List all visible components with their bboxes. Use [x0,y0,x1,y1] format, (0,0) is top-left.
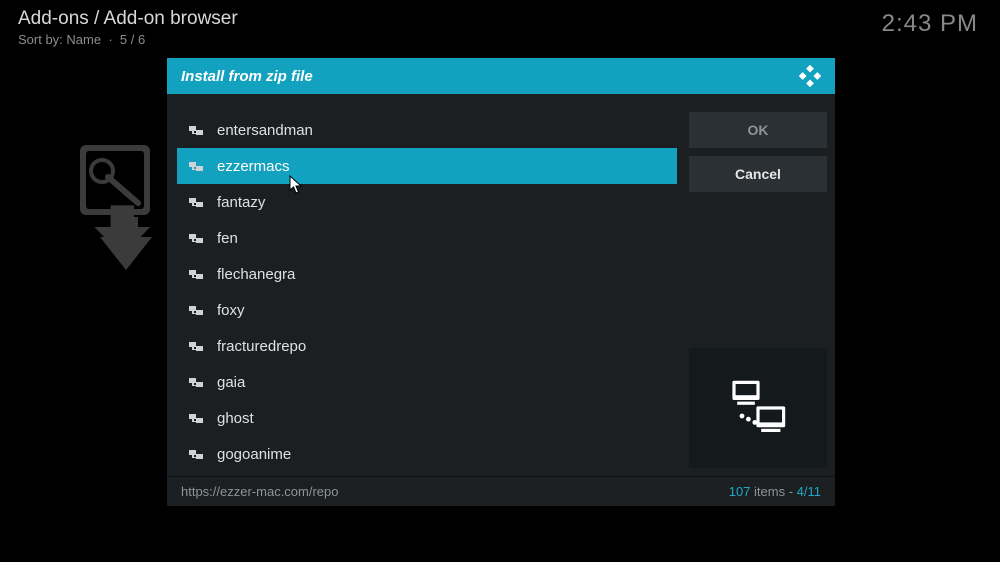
list-item-label: ezzermacs [217,158,290,175]
zip-install-icon [80,145,175,275]
network-share-icon [189,232,205,244]
list-item[interactable]: flechanegra [177,256,677,292]
list-item[interactable]: foxy [177,292,677,328]
file-list-panel: entersandman ezzermacs fantazy fen flechaneg… [177,112,681,476]
list-item-label: flechanegra [217,266,295,283]
list-item[interactable]: ghost [177,400,677,436]
dialog-body: entersandman ezzermacs fantazy fen flechaneg… [167,94,835,476]
list-item-label: entersandman [217,122,313,139]
network-share-icon [189,124,205,136]
list-item-label: gogoanime [217,446,291,463]
list-item[interactable]: gaia [177,364,677,400]
footer-count: 107 items - 4/11 [729,484,821,499]
sort-sep: · [108,32,112,47]
ok-button[interactable]: OK [689,112,827,148]
list-item[interactable]: ezzermacs [177,148,677,184]
dialog-title-text: Install from zip file [181,68,313,85]
footer-item-count: 107 [729,484,751,499]
list-item[interactable]: fantazy [177,184,677,220]
footer-items-word: items - [750,484,796,499]
network-share-icon [189,376,205,388]
list-item-label: gaia [217,374,245,391]
list-item-label: fen [217,230,238,247]
sort-label: Sort by: Name [18,32,101,47]
list-item[interactable]: fen [177,220,677,256]
list-item-label: fantazy [217,194,265,211]
install-zip-dialog: Install from zip file entersandman ezzerm… [167,58,835,506]
file-list[interactable]: entersandman ezzermacs fantazy fen flechaneg… [177,112,681,476]
side-panel: OK Cancel [681,102,835,476]
network-share-icon [189,268,205,280]
network-share-icon [189,304,205,316]
network-share-icon [189,448,205,460]
breadcrumb: Add-ons / Add-on browser [18,8,238,30]
list-item[interactable]: gogoanime [177,436,677,472]
list-item-label: fracturedrepo [217,338,306,355]
dialog-titlebar: Install from zip file [167,58,835,94]
list-item[interactable]: entersandman [177,112,677,148]
network-share-icon [189,160,205,172]
network-share-icon [189,340,205,352]
list-item-label: foxy [217,302,245,319]
list-item[interactable]: fracturedrepo [177,328,677,364]
header: Add-ons / Add-on browser Sort by: Name ·… [18,8,238,47]
footer-url: https://ezzer-mac.com/repo [181,484,339,499]
kodi-logo-icon [799,65,821,87]
footer-list-pos: 4/11 [797,484,821,499]
list-item-label: ghost [217,410,254,427]
clock: 2:43 PM [882,10,978,38]
dialog-footer: https://ezzer-mac.com/repo 107 items - 4… [167,476,835,506]
network-share-icon [189,196,205,208]
network-share-icon [189,412,205,424]
sort-info: Sort by: Name · 5 / 6 [18,32,238,47]
network-location-icon [689,348,827,468]
sort-pos: 5 / 6 [120,32,145,47]
cancel-button[interactable]: Cancel [689,156,827,192]
